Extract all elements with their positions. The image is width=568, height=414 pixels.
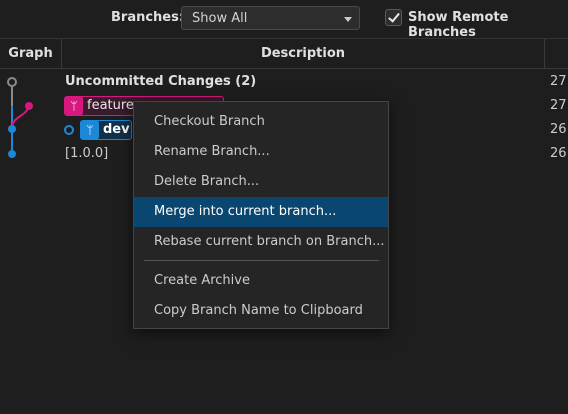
- branch-icon: ᛘ: [65, 97, 83, 115]
- menu-item-copy-branch-name[interactable]: Copy Branch Name to Clipboard: [134, 296, 388, 326]
- toolbar: Branches: Show All Show Remote Branches: [0, 0, 568, 40]
- remote-indicator-icon: [64, 125, 74, 135]
- show-remote-branches-label[interactable]: Show Remote Branches: [408, 10, 568, 40]
- table-header: Graph Description: [0, 38, 568, 69]
- branch-label: dev: [103, 122, 130, 137]
- commit-date: 26 ...: [550, 122, 568, 137]
- commit-date: 26 ...: [550, 146, 568, 161]
- menu-item-rebase-current[interactable]: Rebase current branch on Branch...: [134, 227, 388, 257]
- description-column-header[interactable]: Description: [62, 39, 545, 69]
- branch-icon: ᛘ: [81, 121, 99, 139]
- branch-context-menu: Checkout Branch Rename Branch... Delete …: [133, 101, 389, 329]
- menu-separator: [144, 260, 379, 261]
- branch-badge-dev[interactable]: ᛘ dev: [80, 120, 132, 140]
- commit-date: 27 ...: [550, 98, 568, 113]
- date-column-header[interactable]: [545, 39, 568, 69]
- branches-label: Branches:: [111, 10, 185, 25]
- table-row[interactable]: Uncommitted Changes (2) 27 ...: [0, 70, 568, 94]
- menu-item-rename-branch[interactable]: Rename Branch...: [134, 137, 388, 167]
- commit-description: Uncommitted Changes (2): [65, 74, 257, 89]
- commit-date: 27 ...: [550, 74, 568, 89]
- chevron-down-icon: [344, 17, 352, 22]
- check-icon: [388, 10, 400, 23]
- menu-item-checkout-branch[interactable]: Checkout Branch: [134, 107, 388, 137]
- menu-item-merge-into-current[interactable]: Merge into current branch...: [134, 197, 388, 227]
- menu-item-create-archive[interactable]: Create Archive: [134, 266, 388, 296]
- branch-label: feature-: [87, 98, 139, 113]
- graph-column-header[interactable]: Graph: [0, 39, 62, 69]
- show-remote-branches-checkbox[interactable]: [385, 9, 402, 26]
- branches-dropdown[interactable]: Show All: [181, 6, 360, 30]
- branches-dropdown-value: Show All: [192, 11, 248, 26]
- commit-description: [1.0.0]: [65, 146, 109, 161]
- menu-item-delete-branch[interactable]: Delete Branch...: [134, 167, 388, 197]
